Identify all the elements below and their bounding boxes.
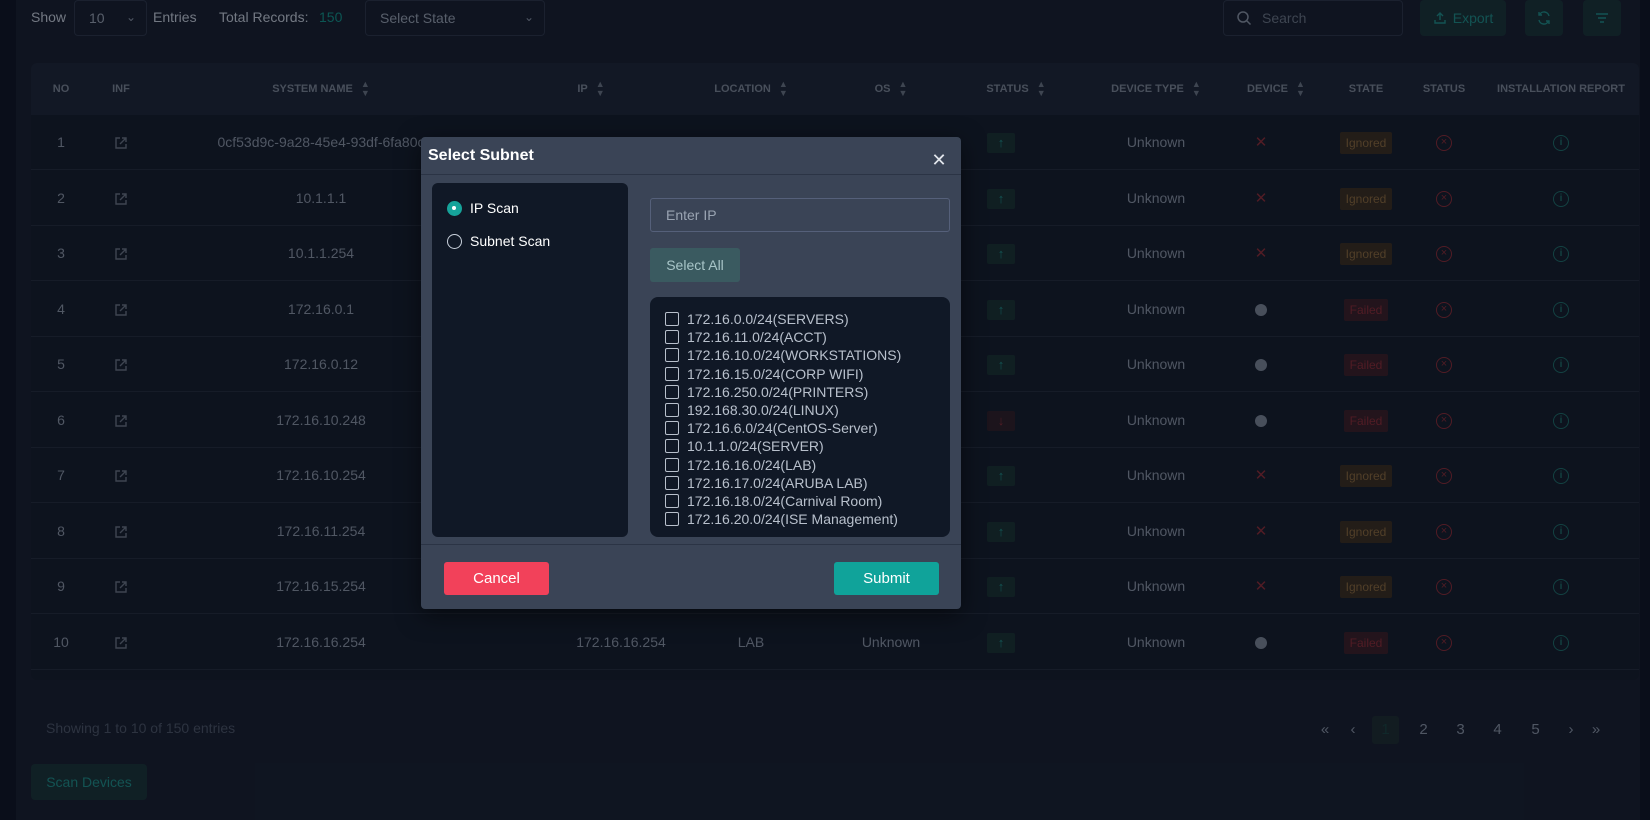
subnet-item[interactable]: 172.16.11.0/24(ACCT): [665, 328, 827, 346]
subnet-checkbox[interactable]: [665, 439, 679, 454]
subnet-item[interactable]: 172.16.18.0/24(Carnival Room): [665, 492, 882, 510]
subnet-checkbox[interactable]: [665, 366, 679, 381]
subnet-item[interactable]: 172.16.10.0/24(WORKSTATIONS): [665, 346, 901, 364]
ip-input[interactable]: [650, 198, 950, 232]
subnet-item[interactable]: 172.16.0.0/24(SERVERS): [665, 310, 849, 328]
divider: [421, 174, 961, 175]
subnet-label: 172.16.17.0/24(ARUBA LAB): [687, 474, 868, 491]
scan-type-panel: IP Scan Subnet Scan: [432, 183, 628, 537]
subnet-item[interactable]: 10.1.1.0/24(SERVER): [665, 437, 824, 455]
cancel-button[interactable]: Cancel: [444, 562, 549, 595]
subnet-label: 172.16.0.0/24(SERVERS): [687, 311, 849, 327]
subnet-checkbox[interactable]: [665, 384, 679, 399]
subnet-item[interactable]: 192.168.30.0/24(LINUX): [665, 401, 839, 419]
radio-ip-scan[interactable]: IP Scan: [447, 197, 519, 219]
close-icon[interactable]: ✕: [929, 150, 949, 170]
subnet-checkbox[interactable]: [665, 421, 679, 436]
subnet-list: 172.16.0.0/24(SERVERS) 172.16.11.0/24(ACC…: [650, 297, 950, 537]
subnet-label: 10.1.1.0/24(SERVER): [687, 438, 824, 455]
subnet-label: 172.16.10.0/24(WORKSTATIONS): [687, 347, 902, 364]
subnet-item[interactable]: 172.16.20.0/24(ISE Management): [665, 510, 898, 528]
subnet-item[interactable]: 172.16.15.0/24(CORP WIFI): [665, 365, 863, 383]
subnet-checkbox[interactable]: [665, 312, 679, 326]
submit-button[interactable]: Submit: [834, 562, 939, 595]
subnet-checkbox[interactable]: [665, 348, 679, 363]
subnet-checkbox[interactable]: [665, 330, 679, 345]
select-subnet-modal: Select Subnet ✕ IP Scan Subnet Scan Sele…: [421, 137, 961, 609]
subnet-item[interactable]: 172.16.250.0/24(PRINTERS): [665, 383, 868, 401]
radio-label: Subnet Scan: [470, 233, 551, 249]
select-all-button[interactable]: Select All: [650, 248, 740, 282]
subnet-item[interactable]: 172.16.17.0/24(ARUBA LAB): [665, 474, 868, 492]
subnet-label: 172.16.15.0/24(CORP WIFI): [687, 365, 864, 382]
radio-button-checked[interactable]: [447, 200, 462, 216]
subnet-checkbox[interactable]: [665, 512, 679, 527]
subnet-label: 172.16.250.0/24(PRINTERS): [687, 383, 869, 400]
subnet-checkbox[interactable]: [665, 494, 679, 508]
radio-subnet-scan[interactable]: Subnet Scan: [447, 230, 550, 252]
subnet-item[interactable]: 172.16.6.0/24(CentOS-Server): [665, 419, 878, 437]
subnet-label: 172.16.16.0/24(LAB): [687, 456, 817, 473]
subnet-checkbox[interactable]: [665, 403, 679, 417]
page: Show 10 ⌄ Entries Total Records: 150 Sel…: [0, 0, 1650, 820]
subnet-label: 172.16.11.0/24(ACCT): [687, 329, 827, 346]
subnet-label: 172.16.6.0/24(CentOS-Server): [687, 420, 878, 437]
radio-button[interactable]: [447, 233, 462, 249]
subnet-label: 172.16.20.0/24(ISE Management): [687, 511, 898, 528]
modal-title: Select Subnet: [428, 147, 534, 164]
subnet-label: 172.16.18.0/24(Carnival Room): [687, 493, 883, 509]
subnet-checkbox[interactable]: [665, 475, 679, 490]
radio-label: IP Scan: [470, 200, 519, 216]
divider: [421, 544, 961, 545]
subnet-checkbox[interactable]: [665, 457, 679, 472]
subnet-item[interactable]: 172.16.16.0/24(LAB): [665, 456, 816, 474]
subnet-label: 192.168.30.0/24(LINUX): [687, 402, 839, 418]
